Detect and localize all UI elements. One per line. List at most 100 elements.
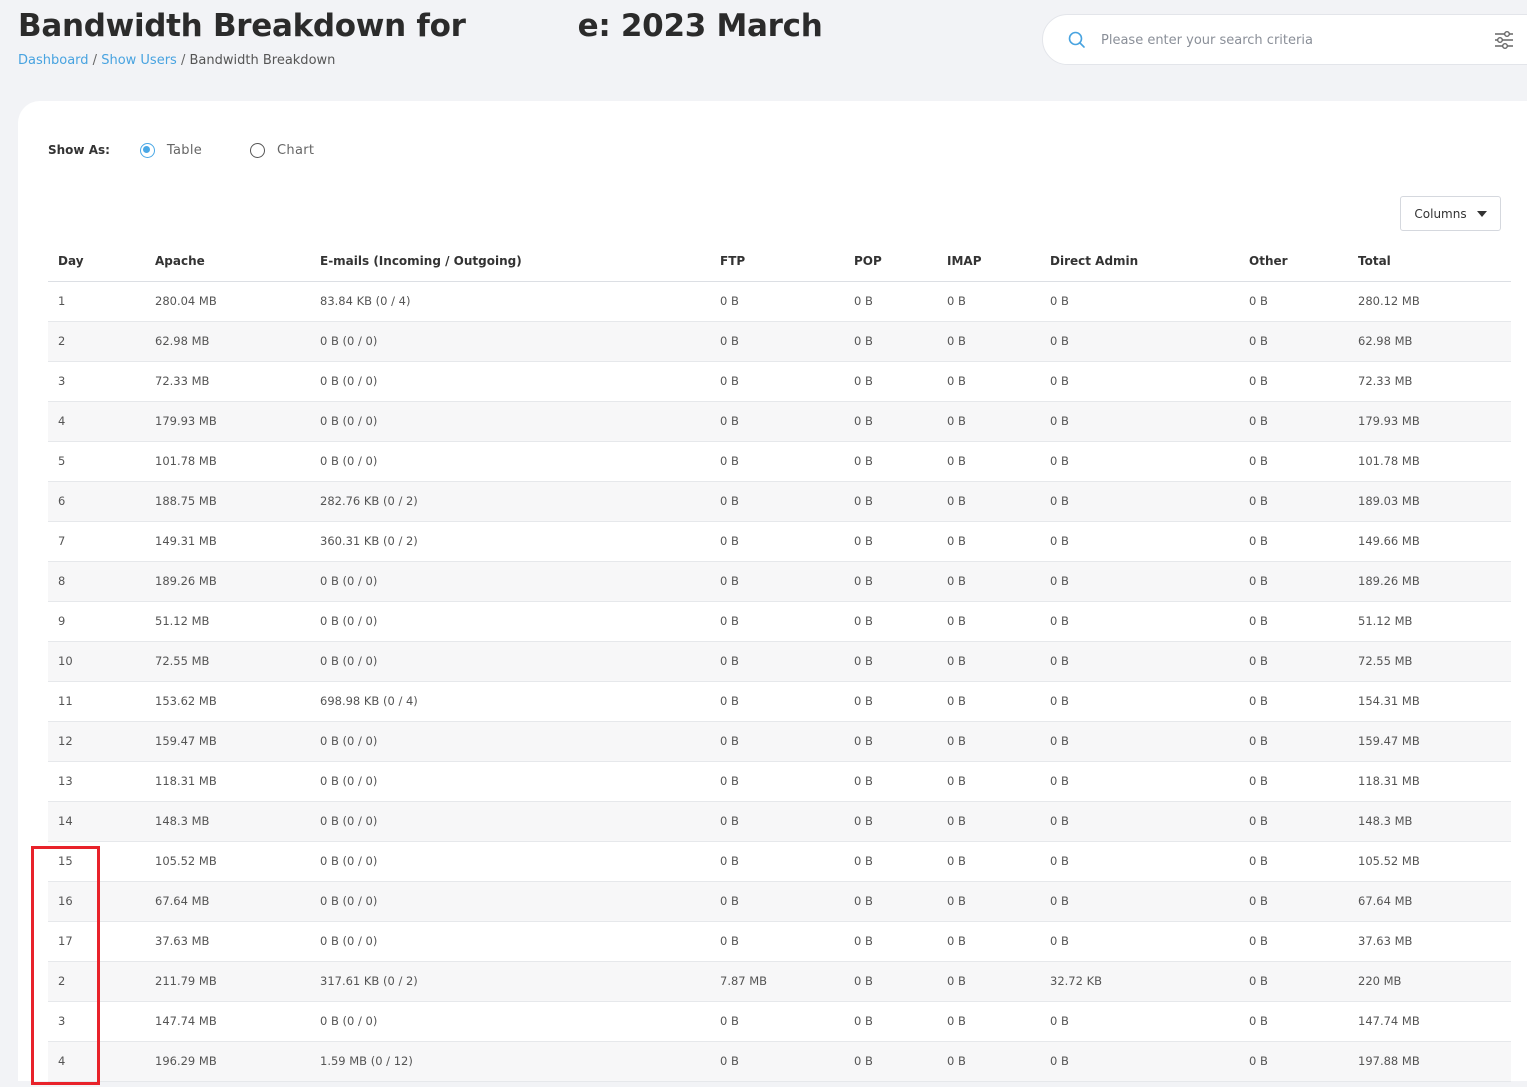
table-cell: 0 B [710, 801, 844, 842]
table-cell: 211.79 MB [145, 961, 310, 1002]
table-cell: 179.93 MB [1348, 401, 1511, 442]
table-cell: 0 B [1239, 561, 1348, 602]
table-cell: 72.55 MB [145, 641, 310, 682]
table-cell: 0 B [844, 801, 937, 842]
table-cell: 83.84 KB (0 / 4) [310, 281, 710, 322]
radio-table[interactable] [139, 142, 155, 158]
columns-dropdown-button[interactable]: Columns [1400, 196, 1501, 231]
table-cell: 105.52 MB [145, 841, 310, 882]
table-cell: 188.75 MB [145, 481, 310, 522]
table-cell: 0 B [1239, 921, 1348, 962]
table-cell: 0 B [1040, 521, 1239, 562]
table-cell: 0 B [1040, 1041, 1239, 1082]
table-cell: 0 B (0 / 0) [310, 841, 710, 882]
table-cell: 0 B (0 / 0) [310, 801, 710, 842]
table-cell: 7.87 MB [710, 961, 844, 1002]
table-cell: 0 B [937, 601, 1040, 642]
table-cell: 0 B [1040, 321, 1239, 362]
table-cell: 51.12 MB [1348, 601, 1511, 642]
table-cell: 154.31 MB [1348, 681, 1511, 722]
table-cell: 0 B [937, 281, 1040, 322]
table-cell: 0 B [710, 681, 844, 722]
column-header[interactable]: IMAP [937, 241, 1040, 282]
table-cell: 0 B [844, 361, 937, 402]
table-cell: 189.26 MB [1348, 561, 1511, 602]
table-cell: 317.61 KB (0 / 2) [310, 961, 710, 1002]
breadcrumb-separator: / [92, 53, 98, 68]
table-row: 2 62.98 MB 0 B (0 / 0) 0 B0 B0 B0 B0 B 62.98… [48, 321, 1511, 362]
table-cell: 0 B [844, 521, 937, 562]
table-cell: 0 B [1040, 681, 1239, 722]
search-icon[interactable] [1067, 30, 1087, 50]
table-cell: 159.47 MB [1348, 721, 1511, 762]
table-cell: 179.93 MB [145, 401, 310, 442]
table-cell: 0 B [1040, 561, 1239, 602]
table-cell: 0 B [1040, 761, 1239, 802]
filter-sliders-icon[interactable] [1493, 29, 1515, 51]
table-cell: 0 B [710, 1041, 844, 1082]
table-cell: 0 B [937, 841, 1040, 882]
column-header[interactable]: Other [1239, 241, 1348, 282]
table-cell: 51.12 MB [145, 601, 310, 642]
breadcrumb-show-users-link[interactable]: Show Users [101, 53, 177, 68]
table-cell: 0 B (0 / 0) [310, 721, 710, 762]
table-cell: 37.63 MB [145, 921, 310, 962]
column-header[interactable]: Apache [145, 241, 310, 282]
table-row: 3 72.33 MB 0 B (0 / 0) 0 B0 B0 B0 B0 B 72.33… [48, 361, 1511, 402]
table-cell: 0 B (0 / 0) [310, 321, 710, 362]
table-cell: 0 B [844, 641, 937, 682]
column-header[interactable]: Total [1348, 241, 1511, 282]
table-cell: 32.72 KB [1040, 961, 1239, 1002]
table-cell: 196.29 MB [145, 1041, 310, 1082]
column-header[interactable]: Direct Admin [1040, 241, 1239, 282]
table-cell: 0 B [844, 841, 937, 882]
radio-chart[interactable] [250, 142, 266, 158]
table-cell: 0 B [937, 521, 1040, 562]
table-cell: 101.78 MB [1348, 441, 1511, 482]
table-row: 4 196.29 MB 1.59 MB (0 / 12) 0 B0 B0 B0 B0 … [48, 1041, 1511, 1082]
table-cell: 16 [48, 881, 145, 922]
table-cell: 0 B [937, 801, 1040, 842]
table-row: 16 67.64 MB 0 B (0 / 0) 0 B0 B0 B0 B0 B 67.6… [48, 881, 1511, 922]
table-cell: 0 B [844, 321, 937, 362]
breadcrumb-separator: / [180, 53, 186, 68]
table-cell: 0 B [1239, 281, 1348, 322]
page: Bandwidth Breakdown for e: 2023 March Das… [0, 0, 1527, 1087]
table-cell: 0 B (0 / 0) [310, 921, 710, 962]
column-header[interactable]: POP [844, 241, 937, 282]
bandwidth-table-wrapper: Day Apache E-mails (Incoming / Outgoing) FT… [48, 241, 1511, 1082]
table-cell: 0 B [844, 281, 937, 322]
table-cell: 0 B [1239, 321, 1348, 362]
table-cell: 4 [48, 1041, 145, 1082]
table-cell: 0 B [937, 881, 1040, 922]
table-cell: 4 [48, 401, 145, 442]
column-header[interactable]: FTP [710, 241, 844, 282]
table-row: 9 51.12 MB 0 B (0 / 0) 0 B0 B0 B0 B0 B 51.12… [48, 601, 1511, 642]
column-header[interactable]: E-mails (Incoming / Outgoing) [310, 241, 710, 282]
table-cell: 220 MB [1348, 961, 1511, 1002]
table-cell: 0 B [1239, 1001, 1348, 1042]
table-cell: 0 B [1239, 721, 1348, 762]
radio-label-chart: Chart [277, 142, 315, 158]
table-cell: 0 B [710, 641, 844, 682]
radio-option-table[interactable]: Table [139, 142, 202, 158]
table-row: 17 37.63 MB 0 B (0 / 0) 0 B0 B0 B0 B0 B 37.6… [48, 921, 1511, 962]
table-cell: 0 B [1239, 401, 1348, 442]
table-cell: 0 B [1239, 681, 1348, 722]
column-header[interactable]: Day [48, 241, 145, 282]
caret-down-icon [1476, 210, 1487, 217]
table-cell: 118.31 MB [145, 761, 310, 802]
table-cell: 0 B [1040, 721, 1239, 762]
table-cell: 0 B (0 / 0) [310, 601, 710, 642]
table-cell: 14 [48, 801, 145, 842]
table-cell: 0 B [710, 921, 844, 962]
search-input[interactable] [1101, 29, 1481, 51]
table-cell: 0 B [1239, 761, 1348, 802]
breadcrumb-dashboard-link[interactable]: Dashboard [18, 53, 89, 68]
table-cell: 0 B [1239, 801, 1348, 842]
radio-option-chart[interactable]: Chart [250, 142, 315, 158]
table-cell: 0 B [844, 1041, 937, 1082]
table-cell: 149.66 MB [1348, 521, 1511, 562]
table-cell: 118.31 MB [1348, 761, 1511, 802]
table-cell: 0 B [1040, 881, 1239, 922]
